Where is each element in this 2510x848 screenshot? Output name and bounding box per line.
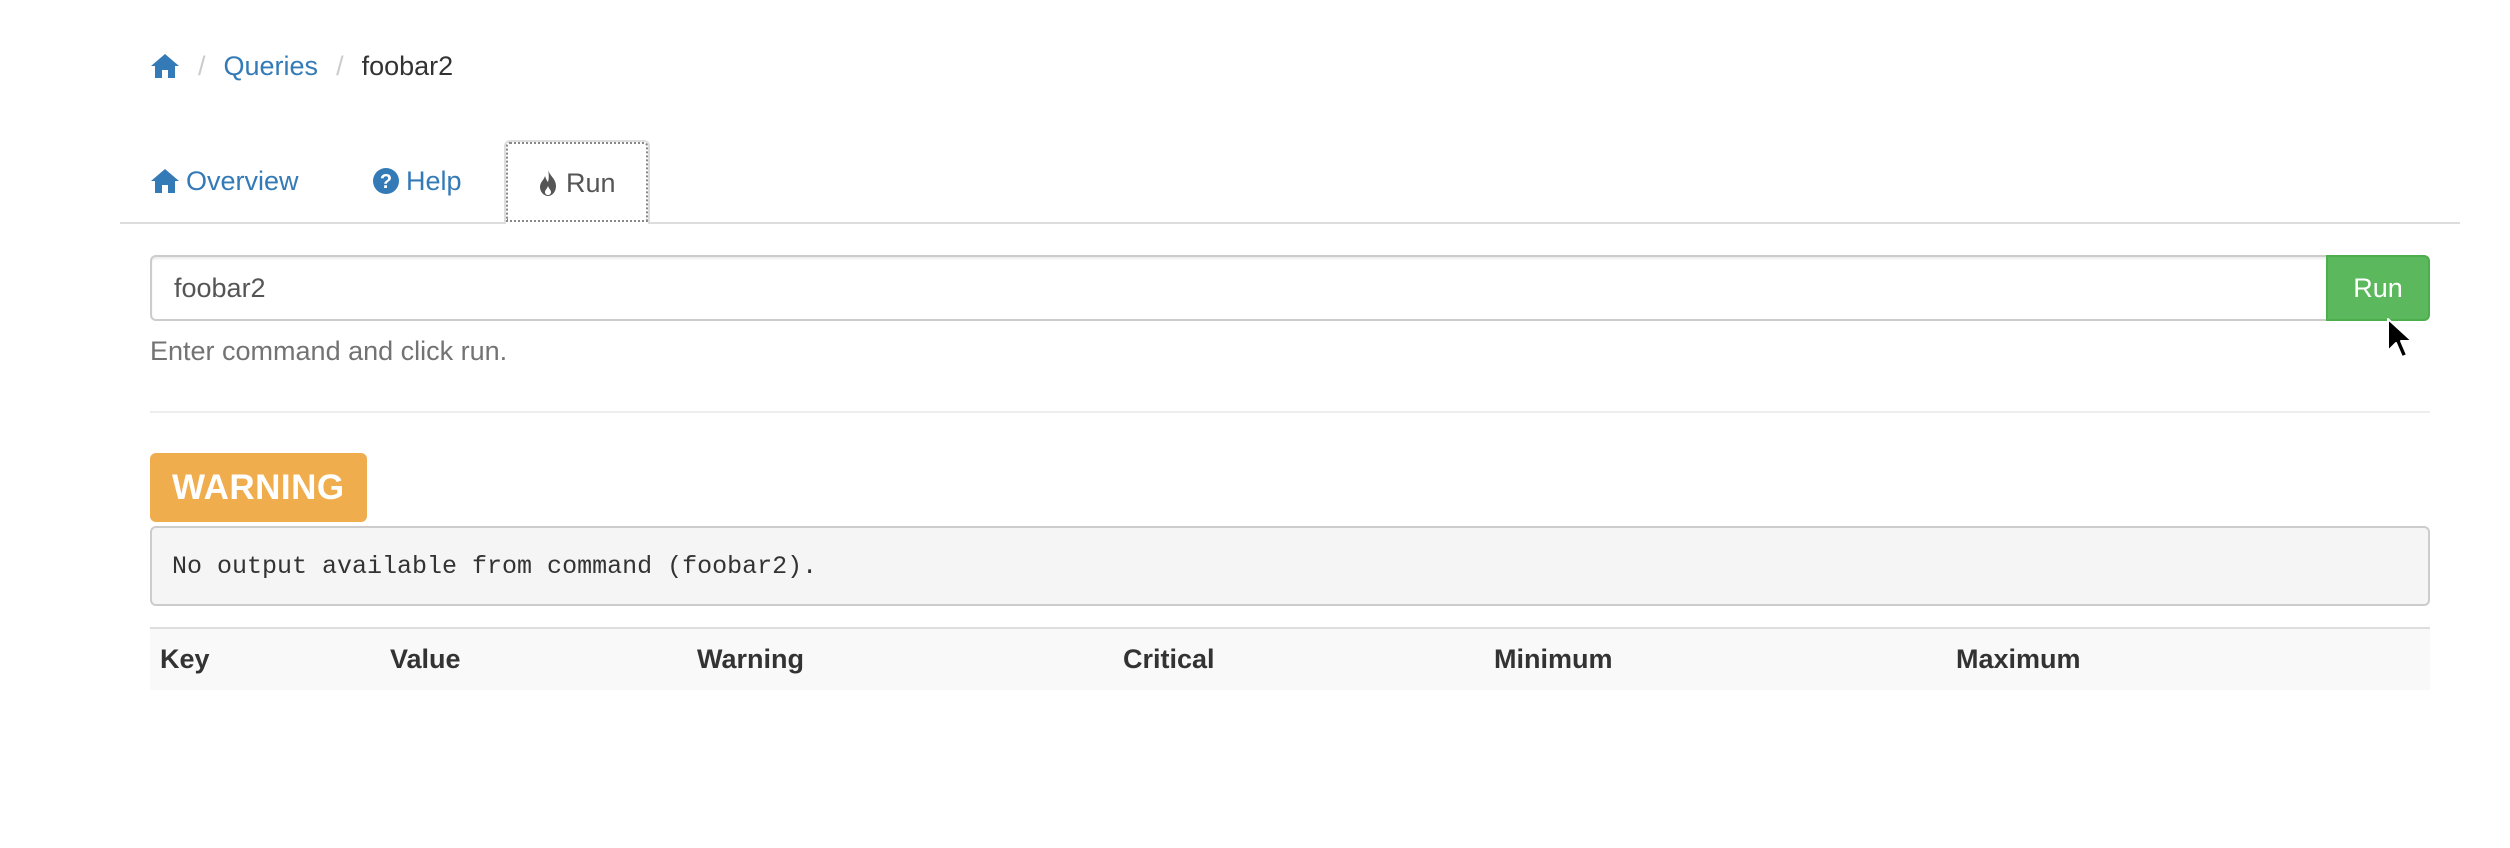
command-input[interactable] [150,255,2326,321]
breadcrumb-queries-link[interactable]: Queries [224,51,319,82]
tab-help[interactable]: ? Help [372,140,462,222]
home-icon [150,167,180,195]
command-help-text: Enter command and click run. [150,336,508,366]
breadcrumb-current: foobar2 [361,50,454,81]
column-header-key: Key [160,644,210,674]
breadcrumb-separator: / [198,50,206,81]
status-badge: WARNING [150,453,367,522]
tab-bar: Overview ? Help Run [120,140,2460,224]
fire-icon [536,169,560,197]
command-output: No output available from command (foobar… [150,526,2430,606]
tab-overview-label: Overview [186,165,299,196]
divider [150,411,2430,413]
column-header-value: Value [390,644,461,674]
mouse-cursor-icon [2386,317,2416,361]
svg-text:?: ? [380,171,392,193]
column-header-maximum: Maximum [1956,644,2081,674]
tab-run-label: Run [566,167,616,198]
column-header-critical: Critical [1123,644,1215,674]
tab-help-label: Help [406,165,462,196]
page: / Queries / foobar2 Overview ? Help Run … [0,0,2510,848]
breadcrumb: / Queries / foobar2 [150,46,453,86]
column-header-minimum: Minimum [1494,644,1613,674]
tab-overview[interactable]: Overview [150,140,299,222]
question-circle-icon: ? [372,167,400,195]
command-input-group: Run [150,255,2430,321]
breadcrumb-separator: / [336,50,344,81]
tab-run[interactable]: Run [504,140,650,224]
home-icon[interactable] [150,52,180,80]
results-table-header: Key Value Warning Critical Minimum Maxim… [150,627,2430,690]
column-header-warning: Warning [697,644,804,674]
run-button[interactable]: Run [2326,255,2430,321]
